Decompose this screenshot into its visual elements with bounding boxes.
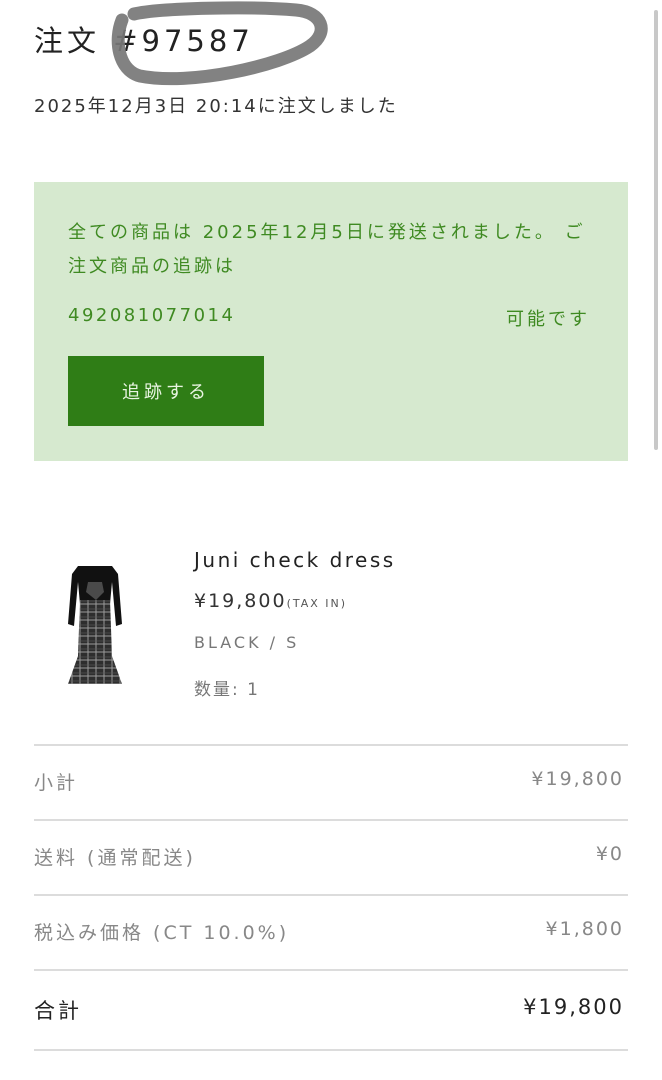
shipping-message: 全ての商品は 2025年12月5日に発送されました。 ご注文商品の追跡は [68, 222, 586, 277]
summary-value: ¥19,800 [523, 995, 624, 1019]
summary-value: ¥1,800 [545, 918, 624, 940]
redaction-scribble [111, 1, 328, 86]
product-variant: BLACK / S [194, 633, 300, 652]
summary-row-subtotal: 小計 ¥19,800 [34, 744, 628, 819]
track-button[interactable]: 追跡する [68, 356, 264, 426]
summary-row-total: 合計 ¥19,800 [34, 969, 628, 1051]
tracking-number[interactable]: 492081077014 [68, 305, 235, 326]
product-item: Juni check dress ¥19,800(TAX IN) BLACK /… [0, 540, 662, 710]
summary-value: ¥0 [595, 843, 624, 865]
product-price: ¥19,800 [194, 590, 287, 612]
summary-label: 送料 (通常配送) [34, 847, 196, 869]
product-quantity: 数量: 1 [194, 680, 260, 700]
summary-value: ¥19,800 [531, 768, 624, 790]
scrollbar[interactable] [654, 10, 658, 450]
summary-row-shipping: 送料 (通常配送) ¥0 [34, 819, 628, 894]
summary-label: 小計 [34, 772, 79, 794]
order-summary: 小計 ¥19,800 送料 (通常配送) ¥0 税込み価格 (CT 10.0%)… [34, 744, 628, 1051]
order-date: 2025年12月3日 20:14に注文しました [34, 96, 398, 117]
summary-label: 合計 [34, 999, 82, 1023]
tracking-available-text: 可能です [506, 309, 590, 330]
summary-label: 税込み価格 (CT 10.0%) [34, 922, 290, 944]
product-tax-note: (TAX IN) [286, 597, 348, 610]
product-price-row: ¥19,800(TAX IN) [194, 590, 347, 612]
shipping-status-box: 全ての商品は 2025年12月5日に発送されました。 ご注文商品の追跡は 492… [34, 182, 628, 461]
product-name[interactable]: Juni check dress [194, 548, 396, 572]
dress-thumbnail-image[interactable] [60, 560, 130, 690]
summary-row-tax: 税込み価格 (CT 10.0%) ¥1,800 [34, 894, 628, 969]
